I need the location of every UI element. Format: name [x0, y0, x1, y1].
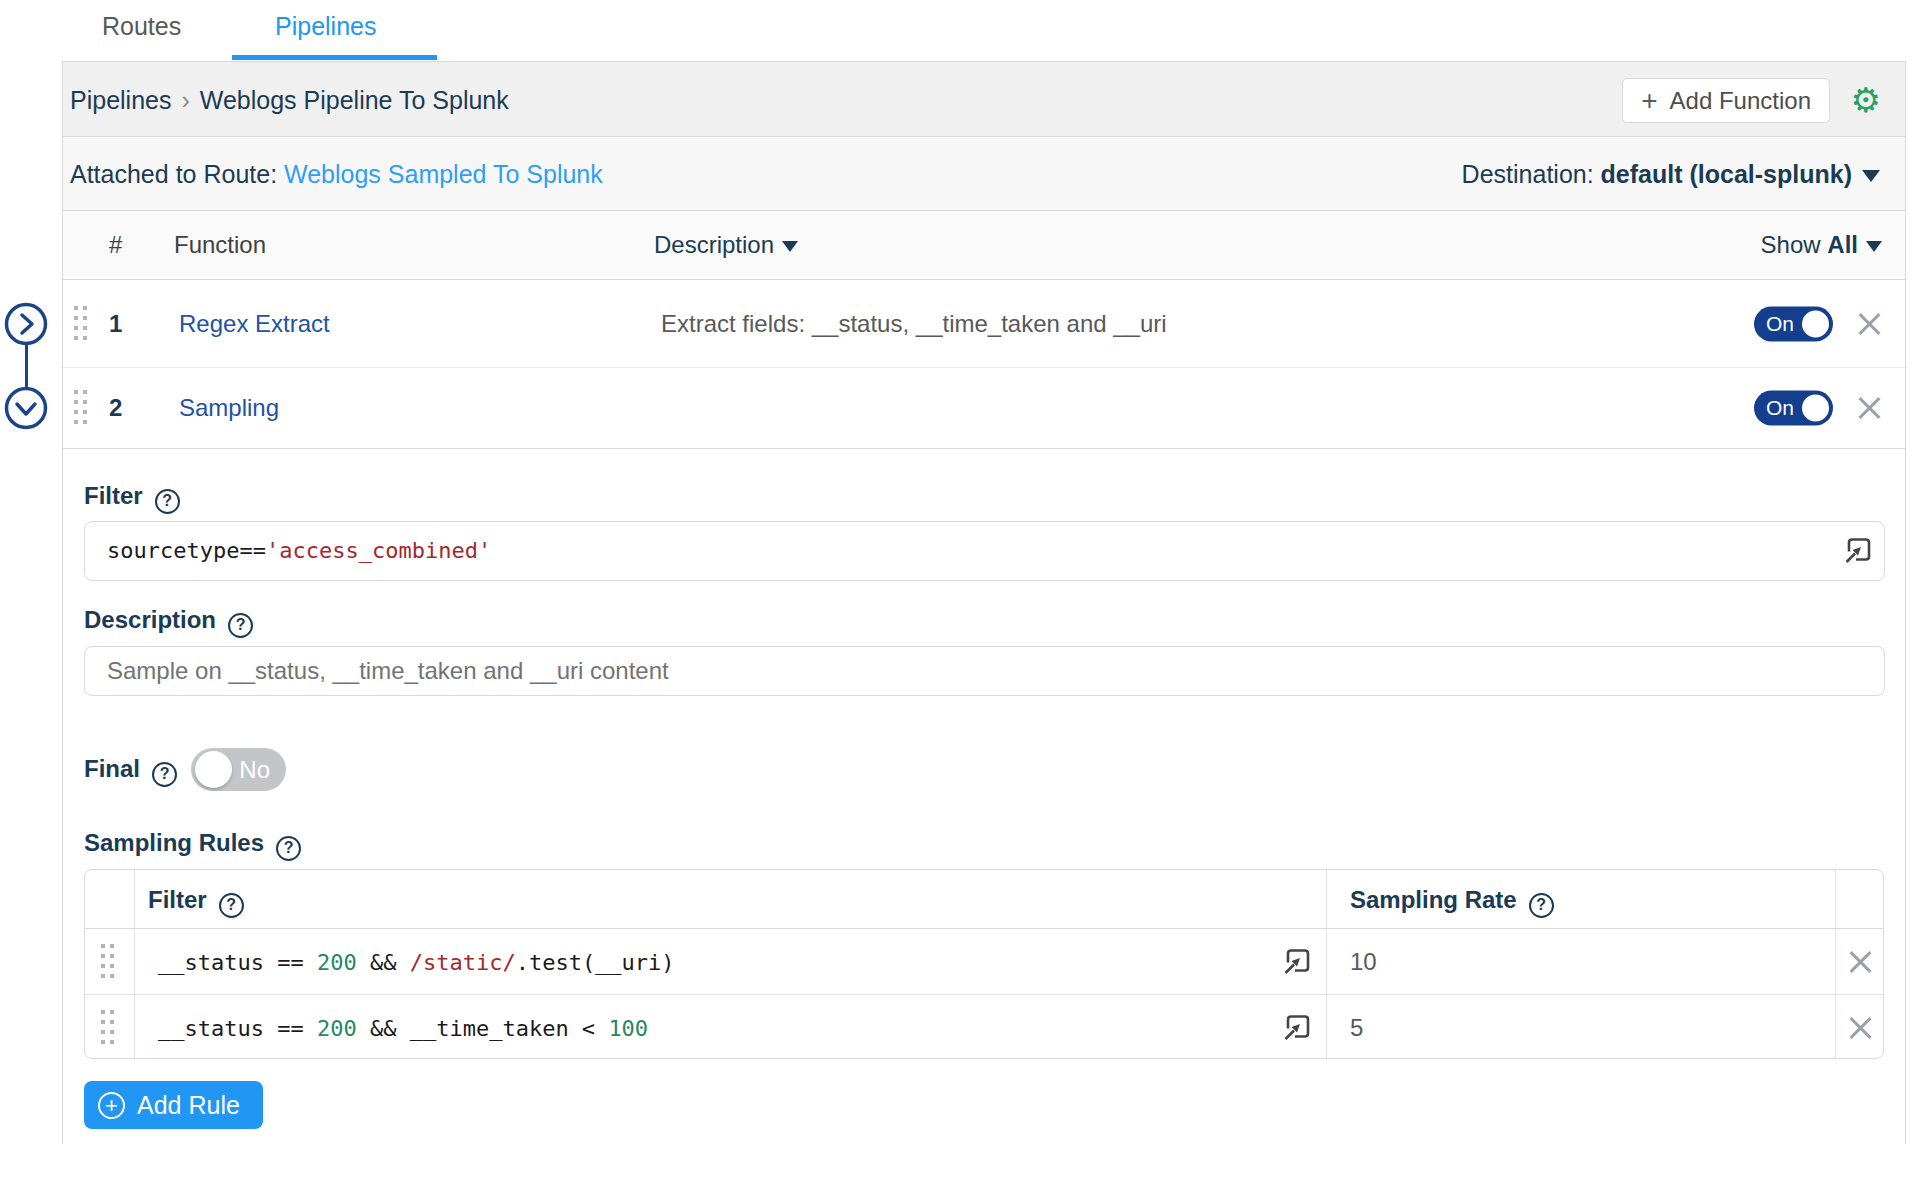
filter-expression-input[interactable]: sourcetype=='access_combined'	[84, 521, 1885, 581]
plus-circle-icon: +	[98, 1092, 125, 1119]
function-index: 2	[109, 394, 122, 422]
column-function: Function	[174, 231, 266, 259]
rules-filter-column: Filter?	[148, 886, 244, 918]
rules-table-header: Filter? Sampling Rate?	[85, 870, 1883, 929]
sampling-rules-table: Filter? Sampling Rate? __status == 200 &…	[84, 869, 1884, 1059]
tab-pipelines[interactable]: Pipelines	[275, 12, 376, 41]
remove-rule-icon[interactable]	[1848, 950, 1872, 974]
collapse-row2-icon[interactable]	[4, 386, 48, 430]
function-link-regex-extract[interactable]: Regex Extract	[179, 310, 330, 338]
show-caret-icon	[1866, 241, 1882, 252]
show-filter[interactable]: Show All	[1761, 231, 1882, 259]
drag-handle[interactable]	[73, 305, 89, 343]
tab-routes[interactable]: Routes	[102, 12, 181, 41]
function-index: 1	[109, 310, 122, 338]
sampling-rate-value[interactable]: 10	[1350, 948, 1377, 976]
rules-rate-column: Sampling Rate?	[1350, 886, 1554, 918]
filter-label: Filter?	[84, 482, 180, 514]
rules-rate-help-icon[interactable]: ?	[1529, 893, 1554, 918]
pipeline-panel: Pipelines›Weblogs Pipeline To Splunk + A…	[62, 61, 1906, 1144]
column-description[interactable]: Description	[654, 231, 798, 259]
description-help-icon[interactable]: ?	[228, 613, 253, 638]
functions-table-header: # Function Description Show All	[63, 211, 1905, 280]
attached-route-bar: Attached to Route: Weblogs Sampled To Sp…	[63, 138, 1905, 211]
rules-filter-help-icon[interactable]: ?	[219, 893, 244, 918]
sampling-rule-row: __status == 200 && __time_taken < 100 5	[85, 995, 1883, 1060]
breadcrumb-separator: ›	[171, 86, 199, 114]
breadcrumb-pipelines[interactable]: Pipelines	[70, 86, 171, 114]
final-help-icon[interactable]: ?	[152, 762, 177, 787]
function-row-sampling: 2 Sampling On	[63, 368, 1905, 449]
function-description: Extract fields: __status, __time_taken a…	[661, 310, 1167, 338]
final-toggle[interactable]: No	[191, 748, 286, 791]
sampling-rules-label: Sampling Rules?	[84, 829, 301, 861]
remove-rule-icon[interactable]	[1848, 1016, 1872, 1040]
function-row-regex-extract: 1 Regex Extract Extract fields: __status…	[63, 280, 1905, 368]
drag-handle[interactable]	[100, 943, 116, 981]
toggle-knob	[1802, 310, 1829, 337]
drag-handle[interactable]	[100, 1009, 116, 1047]
pipeline-header-bar: Pipelines›Weblogs Pipeline To Splunk + A…	[63, 62, 1905, 137]
attached-route-label: Attached to Route:	[70, 160, 277, 188]
plus-icon: +	[1641, 85, 1657, 117]
remove-function-icon[interactable]	[1857, 312, 1881, 336]
active-tab-underline	[232, 55, 437, 60]
function-on-toggle[interactable]: On	[1754, 391, 1833, 426]
final-label: Final?	[84, 755, 177, 787]
description-input[interactable]: Sample on __status, __time_taken and __u…	[84, 646, 1885, 696]
toggle-knob	[1802, 395, 1829, 422]
final-toggle-value: No	[239, 756, 270, 784]
expand-editor-icon[interactable]	[1842, 536, 1873, 567]
description-label: Description?	[84, 606, 253, 638]
breadcrumb-current: Weblogs Pipeline To Splunk	[200, 86, 509, 114]
sampling-rule-row: __status == 200 && /static/.test(__uri) …	[85, 929, 1883, 995]
expand-editor-icon[interactable]	[1281, 946, 1312, 977]
gutter-connector-line	[25, 345, 28, 389]
sampling-rate-value[interactable]: 5	[1350, 1014, 1363, 1042]
expand-editor-icon[interactable]	[1281, 1012, 1312, 1043]
sampling-function-editor: Filter? sourcetype=='access_combined' De…	[63, 449, 1905, 1145]
function-link-sampling[interactable]: Sampling	[179, 394, 279, 422]
column-number: #	[109, 231, 122, 259]
attached-route-link[interactable]: Weblogs Sampled To Splunk	[284, 160, 603, 188]
add-rule-button[interactable]: + Add Rule	[84, 1081, 263, 1129]
destination-caret-icon[interactable]	[1862, 170, 1880, 182]
remove-function-icon[interactable]	[1857, 396, 1881, 420]
gear-icon[interactable]: ⚙	[1851, 82, 1881, 118]
description-sort-caret-icon	[782, 241, 798, 252]
breadcrumb: Pipelines›Weblogs Pipeline To Splunk	[70, 86, 509, 115]
drag-handle[interactable]	[73, 389, 89, 427]
add-function-button[interactable]: + Add Function	[1622, 78, 1830, 123]
function-on-toggle[interactable]: On	[1754, 306, 1833, 341]
sampling-rules-help-icon[interactable]: ?	[276, 836, 301, 861]
collapse-row1-icon[interactable]	[4, 302, 48, 346]
destination-label: Destination:	[1462, 160, 1594, 188]
filter-help-icon[interactable]: ?	[155, 489, 180, 514]
toggle-knob	[195, 751, 232, 788]
destination-value[interactable]: default (local-splunk)	[1601, 160, 1852, 188]
